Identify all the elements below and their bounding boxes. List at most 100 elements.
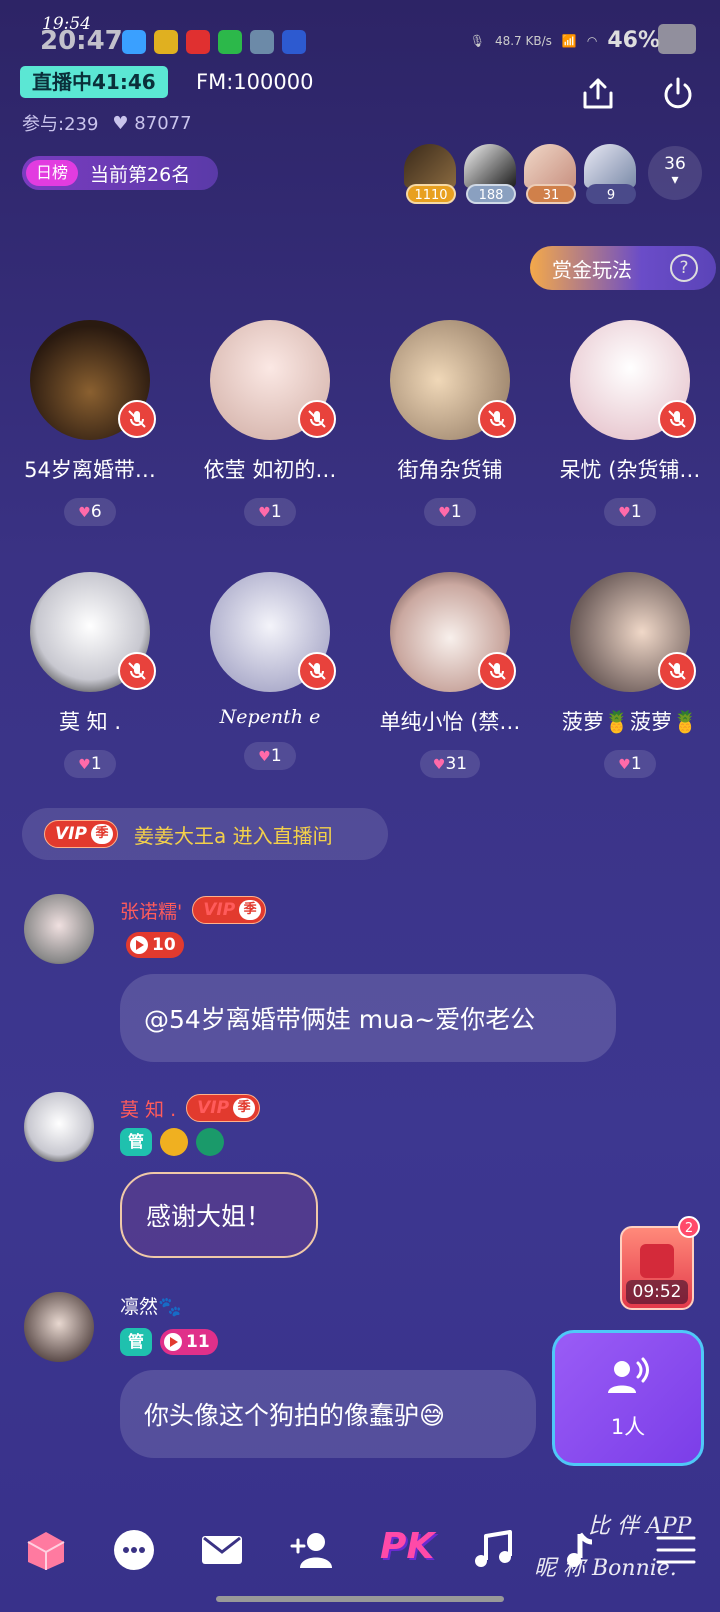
admin-badge: 管: [120, 1128, 152, 1156]
heart-icon: ♥: [258, 749, 271, 765]
fan-contribution: 9: [586, 184, 636, 204]
mic-muted-icon: [118, 652, 156, 690]
message-sender[interactable]: 莫 知 . VIP 季: [120, 1094, 261, 1122]
chevron-down-icon: ▾: [671, 172, 679, 188]
mail-icon[interactable]: [198, 1526, 246, 1574]
bounty-label: 赏金玩法: [552, 257, 632, 282]
chat-message: @54岁离婚带俩娃 mua~爱你老公: [120, 974, 616, 1062]
top-fan-4[interactable]: 9: [584, 144, 638, 206]
seat-like-count: 1: [630, 754, 642, 774]
vivo-icon: [282, 30, 306, 54]
online-count-button[interactable]: 36 ▾: [648, 146, 702, 200]
seat-like-count: 1: [450, 502, 462, 522]
home-indicator[interactable]: [216, 1596, 504, 1602]
fan-contribution: 1110: [406, 184, 456, 204]
mic-seat-8[interactable]: 菠萝🍍菠萝🍍 ♥1: [540, 572, 720, 778]
heart-icon: ♥: [618, 757, 631, 773]
seat-name: 呆忧 (杂货铺…: [559, 458, 701, 482]
vip-season-badge: VIP 季: [192, 896, 267, 924]
vip-label: VIP: [203, 900, 236, 920]
app-notification-icon: [186, 30, 210, 54]
mic-queue-button[interactable]: 1人: [552, 1330, 704, 1466]
fan-contribution: 188: [466, 184, 516, 204]
mic-muted-icon: [658, 652, 696, 690]
top-fans-list[interactable]: 1110 188 31 9: [404, 144, 638, 206]
vip-season-badge: VIP 季: [186, 1094, 261, 1122]
mic-muted-icon: [478, 400, 516, 438]
mic-seat-7[interactable]: 单纯小怡 (禁… ♥31: [360, 572, 540, 778]
help-icon[interactable]: ?: [670, 254, 698, 282]
room-stats: 参与:239 ♥ 87077: [22, 110, 192, 136]
heart-icon: ♥: [432, 757, 446, 773]
coin-badge-icon: [160, 1128, 188, 1156]
red-packet-button[interactable]: 2 09:52: [620, 1216, 700, 1310]
rank-tag: 日榜: [26, 160, 79, 186]
bounty-game-button[interactable]: 赏金玩法 ?: [530, 246, 716, 290]
mic-muted-icon: [478, 652, 516, 690]
wechat-icon: [218, 30, 242, 54]
heart-icon: ♥: [78, 757, 91, 773]
level-value: 10: [152, 935, 176, 955]
chat-message: 你头像这个狗拍的像蠢驴😅: [120, 1370, 536, 1458]
chat-message: 感谢大姐！: [120, 1172, 318, 1258]
wifi-icon: ◠: [586, 33, 598, 48]
user-enter-notice: VIP 季 姜姜大王a 进入直播间: [22, 808, 388, 860]
status-bar: 20:47 19:54 🎙 48.7 KB/s 📶 ◠ 46%: [0, 0, 720, 58]
heart-icon: ♥: [258, 505, 271, 521]
avatar[interactable]: [24, 1292, 94, 1362]
seat-likes: ♥31: [420, 750, 480, 778]
level-badge: 10: [126, 932, 184, 958]
mic-seat-3[interactable]: 街角杂货铺 ♥1: [360, 320, 540, 526]
vip-season-badge: VIP 季: [44, 820, 118, 848]
rank-text: 当前第26名: [90, 163, 191, 186]
vip-label: VIP: [55, 824, 87, 844]
power-icon[interactable]: [660, 76, 696, 112]
seat-name: 街角杂货铺: [397, 458, 503, 482]
top-fan-1[interactable]: 1110: [404, 144, 458, 206]
red-packet-count: 2: [678, 1216, 700, 1238]
vip-label: VIP: [197, 1098, 230, 1118]
chat-icon[interactable]: [110, 1526, 158, 1574]
sender-name: 莫 知 .: [120, 1098, 177, 1121]
heart-icon: ♥: [112, 112, 129, 134]
fan-contribution: 31: [526, 184, 576, 204]
mic-muted-icon: [118, 400, 156, 438]
avatar[interactable]: [24, 1092, 94, 1162]
gift-box-icon[interactable]: [22, 1526, 70, 1574]
mic-seat-6[interactable]: Nepenth e ♥1: [180, 572, 360, 770]
top-fan-3[interactable]: 31: [524, 144, 578, 206]
music-icon[interactable]: [470, 1526, 518, 1574]
mic-seat-5[interactable]: 莫 知 . ♥1: [0, 572, 180, 778]
mic-muted-icon: [298, 652, 336, 690]
sender-badges: 管 11: [120, 1328, 218, 1356]
mic-muted-icon: [658, 400, 696, 438]
avatar: [570, 320, 696, 440]
daily-rank-badge[interactable]: 日榜 当前第26名: [22, 156, 218, 190]
mic-seat-1[interactable]: 54岁离婚带… ♥6: [0, 320, 180, 526]
battery-level: 46%: [607, 28, 660, 53]
live-duration-badge: 直播中41:46: [20, 66, 168, 98]
seat-likes: ♥6: [64, 498, 116, 526]
top-fan-2[interactable]: 188: [464, 144, 518, 206]
app-watermark: 比 伴 APP: [588, 1514, 692, 1539]
share-icon[interactable]: [580, 76, 616, 112]
seat-like-count: 1: [630, 502, 642, 522]
avatar: [210, 572, 336, 692]
pk-button[interactable]: PK: [380, 1526, 434, 1567]
heart-icon: ♥: [618, 505, 631, 521]
add-friend-icon[interactable]: [288, 1526, 336, 1574]
seat-like-count: 1: [270, 746, 282, 766]
avatar: [464, 144, 516, 188]
mic-seat-4[interactable]: 呆忧 (杂货铺… ♥1: [540, 320, 720, 526]
message-sender[interactable]: 张诺糯' VIP 季: [120, 896, 267, 924]
seat-like-count: 31: [445, 754, 468, 774]
network-speed: 48.7 KB/s: [494, 33, 552, 48]
avatar: [390, 320, 516, 440]
mic-seat-2[interactable]: 依莹 如初的… ♥1: [180, 320, 360, 526]
play-icon: [130, 936, 148, 954]
avatar[interactable]: [24, 894, 94, 964]
sender-badges: 管: [120, 1128, 224, 1156]
avatar: [210, 320, 336, 440]
message-sender[interactable]: 凛然🐾: [120, 1292, 182, 1319]
avatar: [30, 572, 156, 692]
